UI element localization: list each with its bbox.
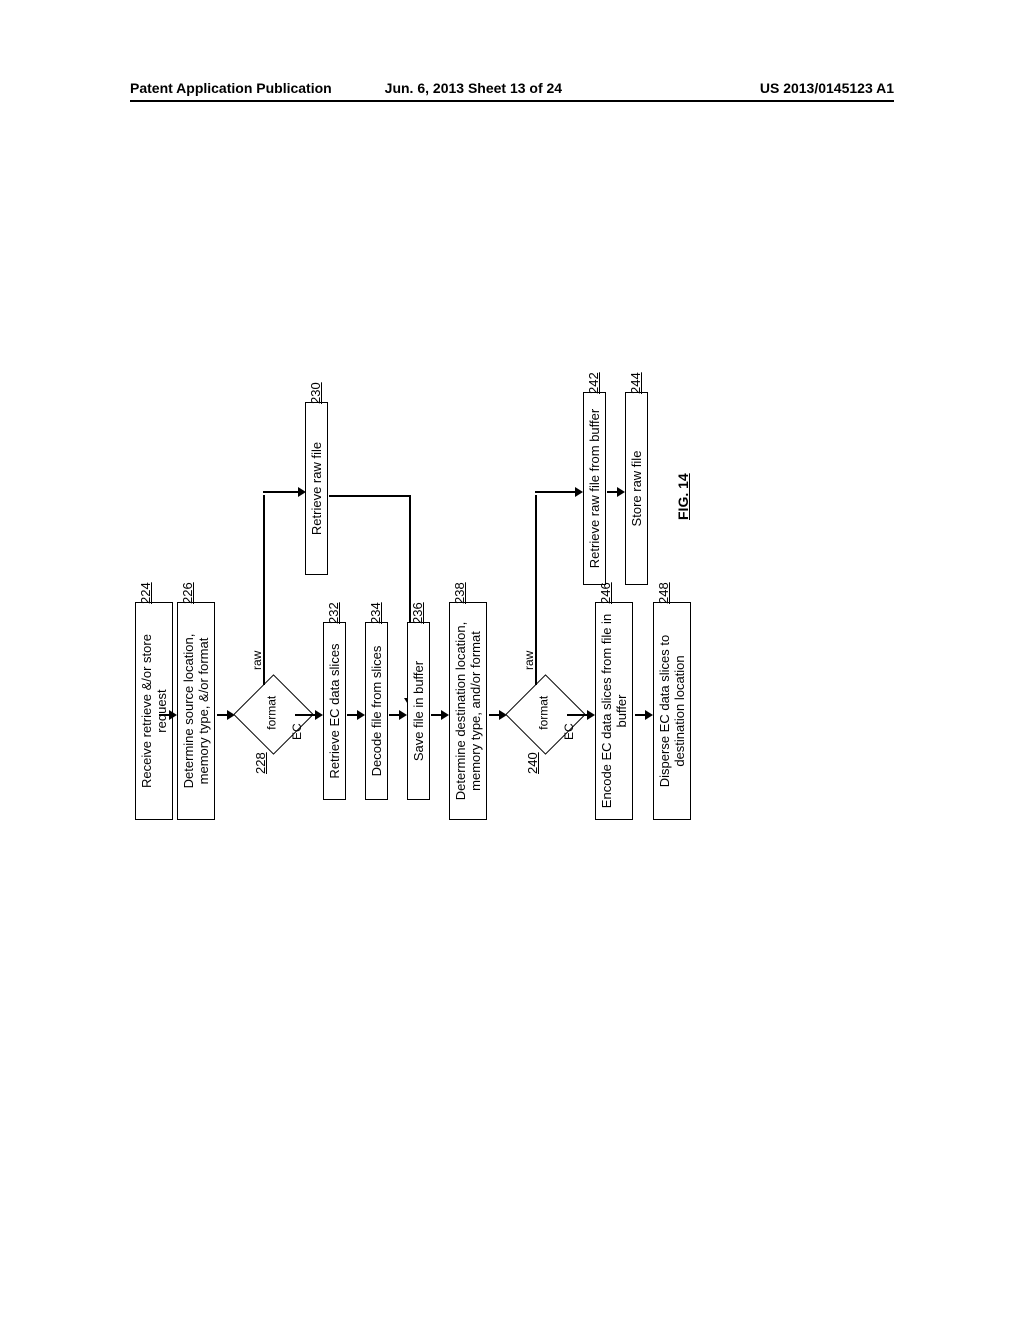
box-246-text: Encode EC data slices from file in buffe… (599, 614, 629, 808)
ref-226: 226 (180, 582, 195, 604)
box-232-text: Retrieve EC data slices (327, 643, 342, 778)
diamond-240-right: raw (522, 651, 536, 670)
ref-232: 232 (326, 602, 341, 624)
ref-244: 244 (628, 372, 643, 394)
header-center: Jun. 6, 2013 Sheet 13 of 24 (385, 80, 640, 96)
box-226-text: Determine source location, memory type, … (181, 634, 211, 789)
diamond-228-label: format (265, 685, 279, 740)
box-230: Retrieve raw file (305, 402, 328, 575)
box-226: Determine source location, memory type, … (177, 602, 215, 820)
header-left: Patent Application Publication (130, 80, 385, 96)
box-236: Save file in buffer (407, 622, 430, 800)
box-230-text: Retrieve raw file (309, 442, 324, 535)
ref-240: 240 (525, 752, 540, 774)
flowchart-figure: Receive retrieve &/or store request 224 … (135, 385, 915, 935)
ref-236: 236 (410, 602, 425, 624)
box-234: Decode file from slices (365, 622, 388, 800)
box-248-text: Disperse EC data slices to destination l… (657, 635, 687, 787)
box-238: Determine destination location, memory t… (449, 602, 487, 820)
diamond-240-label: format (537, 685, 551, 740)
figure-label: FIG. 14 (675, 473, 691, 520)
box-246: Encode EC data slices from file in buffe… (595, 602, 633, 820)
ref-238: 238 (452, 582, 467, 604)
ref-248: 248 (656, 582, 671, 604)
box-238-text: Determine destination location, memory t… (453, 622, 483, 801)
page-header: Patent Application Publication Jun. 6, 2… (130, 80, 894, 102)
box-234-text: Decode file from slices (369, 646, 384, 777)
box-244-text: Store raw file (629, 451, 644, 527)
header-right: US 2013/0145123 A1 (639, 80, 894, 96)
diamond-228-right: raw (250, 651, 264, 670)
ref-224: 224 (138, 582, 153, 604)
diamond-228-left: EC (290, 723, 304, 740)
ref-246: 246 (598, 582, 613, 604)
ref-230: 230 (308, 382, 323, 404)
ref-242: 242 (586, 372, 601, 394)
box-242: Retrieve raw file from buffer (583, 392, 606, 585)
box-248: Disperse EC data slices to destination l… (653, 602, 691, 820)
box-236-text: Save file in buffer (411, 661, 426, 761)
box-232: Retrieve EC data slices (323, 622, 346, 800)
box-242-text: Retrieve raw file from buffer (587, 409, 602, 568)
box-244: Store raw file (625, 392, 648, 585)
diamond-240-left: EC (562, 723, 576, 740)
ref-228: 228 (253, 752, 268, 774)
ref-234: 234 (368, 602, 383, 624)
